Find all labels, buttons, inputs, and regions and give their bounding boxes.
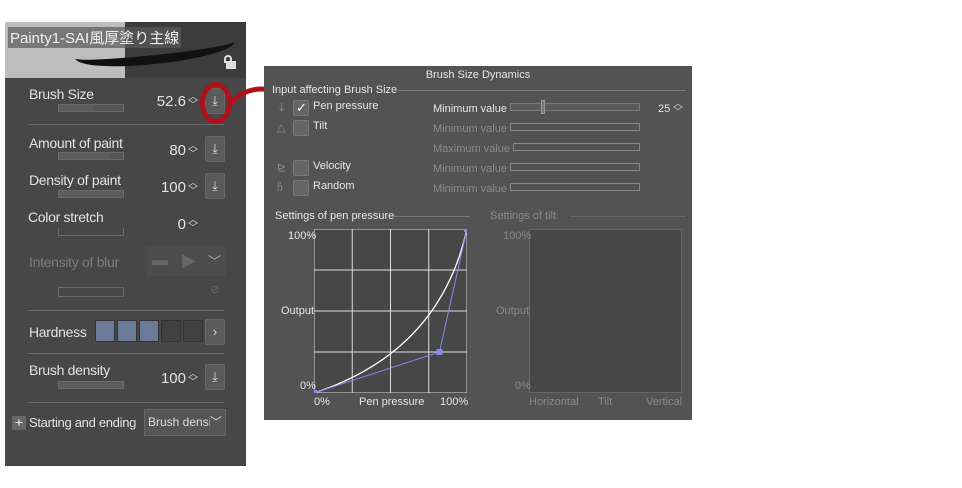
intensity-of-blur-slider[interactable] [58, 287, 124, 297]
minimum-value-slider[interactable] [510, 123, 640, 131]
pen-pressure-icon: ⇣ [277, 102, 287, 114]
amount-of-paint-pressure-button[interactable]: ⤓ [205, 136, 225, 162]
chevron-down-icon: ﹀ [209, 410, 222, 435]
y-top-label: 100% [288, 230, 317, 242]
brush-size-spinner[interactable]: ︿ ﹀ [188, 93, 198, 111]
divider [390, 216, 470, 217]
divider [398, 90, 686, 91]
color-stretch-slider[interactable] [58, 228, 124, 236]
density-of-paint-value[interactable]: 100 [140, 179, 186, 196]
param-label: Minimum value [433, 183, 507, 195]
value-spinner[interactable]: ︿ ﹀ [673, 100, 683, 118]
random-icon: ჩ [277, 182, 283, 194]
amount-of-paint-label: Amount of paint [29, 135, 123, 151]
divider [570, 216, 686, 217]
brush-density-pressure-button[interactable]: ⤓ [205, 364, 225, 390]
tilt-icon: △ [277, 122, 286, 134]
brush-size-value[interactable]: 52.6 [140, 93, 186, 110]
hardness-next-button[interactable]: › [205, 319, 225, 345]
amount-of-paint-slider[interactable] [58, 152, 124, 160]
starting-ending-label: Starting and ending [29, 415, 137, 430]
group-label: Input affecting Brush Size [272, 84, 398, 96]
x-left-label: 0% [314, 396, 330, 408]
brush-size-label: Brush Size [29, 86, 94, 102]
brush-density-slider[interactable] [58, 381, 124, 389]
curve-handle[interactable] [464, 229, 467, 232]
param-label: Minimum value [433, 103, 507, 115]
x-right-label: 100% [440, 396, 469, 408]
starting-ending-dropdown[interactable]: Brush densit ﹀ [144, 409, 226, 436]
velocity-checkbox[interactable] [293, 160, 309, 176]
minimum-value[interactable]: 25 [658, 103, 670, 115]
input-label: Random [313, 180, 355, 192]
brush-name: Painty1-SAI風厚塗り主線 [8, 27, 182, 48]
hardness-step[interactable] [183, 320, 203, 342]
x-mid-label: Tilt [598, 396, 613, 408]
disable-icon[interactable]: ⊘ [206, 283, 224, 301]
random-checkbox[interactable] [293, 180, 309, 196]
y-bottom-label: 0% [300, 380, 316, 392]
hardness-step[interactable] [117, 320, 137, 342]
x-mid-label: Pen pressure [359, 396, 425, 408]
hardness-step[interactable] [139, 320, 159, 342]
pen-pressure-checkbox[interactable]: ✓ [293, 100, 309, 116]
param-label: Minimum value [433, 123, 507, 135]
input-label: Pen pressure [313, 100, 379, 112]
expand-icon[interactable]: + [12, 415, 26, 430]
param-label: Minimum value [433, 163, 507, 175]
minimum-value-slider[interactable] [510, 100, 640, 114]
color-stretch-value[interactable]: 0 [140, 216, 186, 233]
brush-density-spinner[interactable]: ︿ ﹀ [188, 370, 198, 388]
input-label: Velocity [313, 160, 351, 172]
x-right-label: Vertical [646, 396, 683, 408]
density-of-paint-label: Density of paint [29, 172, 121, 188]
curve-handle[interactable] [436, 349, 443, 355]
intensity-of-blur-label: Intensity of blur [29, 254, 119, 270]
x-left-label: Horizontal [529, 396, 579, 408]
tilt-checkbox[interactable] [293, 120, 309, 136]
pressure-graph-label: Settings of pen pressure [275, 210, 395, 222]
brush-density-value[interactable]: 100 [140, 370, 186, 387]
divider [28, 353, 224, 354]
velocity-icon: ⊵ [277, 162, 287, 174]
amount-of-paint-spinner[interactable]: ︿ ﹀ [188, 142, 198, 160]
tilt-curve-graph [529, 229, 682, 393]
divider [28, 402, 224, 403]
param-label: Maximum value [433, 143, 511, 155]
blur-mode-selector[interactable]: ▬ ▶ ﹀ [146, 246, 226, 276]
brush-density-label: Brush density [29, 362, 110, 378]
dialog-title: Brush Size Dynamics [425, 69, 531, 81]
density-of-paint-slider[interactable] [58, 190, 124, 198]
dropdown-value: Brush densit [148, 415, 215, 429]
hardness-label: Hardness [29, 324, 87, 340]
input-label: Tilt [313, 120, 328, 132]
brush-size-slider[interactable] [58, 104, 124, 112]
density-of-paint-pressure-button[interactable]: ⤓ [205, 173, 225, 199]
hardness-step[interactable] [95, 320, 115, 342]
y-bottom-label: 0% [515, 380, 531, 392]
color-stretch-spinner[interactable]: ︿ ﹀ [188, 216, 198, 234]
pressure-curve-graph[interactable] [314, 229, 467, 393]
divider [28, 310, 224, 311]
divider [28, 124, 224, 125]
y-top-label: 100% [503, 230, 532, 242]
minimum-value-slider[interactable] [510, 163, 640, 171]
y-mid-label: Output [281, 305, 315, 317]
tilt-graph-label: Settings of tilt [490, 210, 557, 222]
chevron-down-icon[interactable]: ﹀ [208, 251, 221, 270]
minimum-value-slider[interactable] [510, 183, 640, 191]
color-stretch-label: Color stretch [28, 209, 104, 225]
hardness-step[interactable] [161, 320, 181, 342]
amount-of-paint-value[interactable]: 80 [140, 142, 186, 159]
maximum-value-slider[interactable] [513, 143, 640, 151]
density-of-paint-spinner[interactable]: ︿ ﹀ [188, 179, 198, 197]
unlock-icon[interactable] [224, 55, 236, 69]
y-mid-label: Output [496, 305, 530, 317]
